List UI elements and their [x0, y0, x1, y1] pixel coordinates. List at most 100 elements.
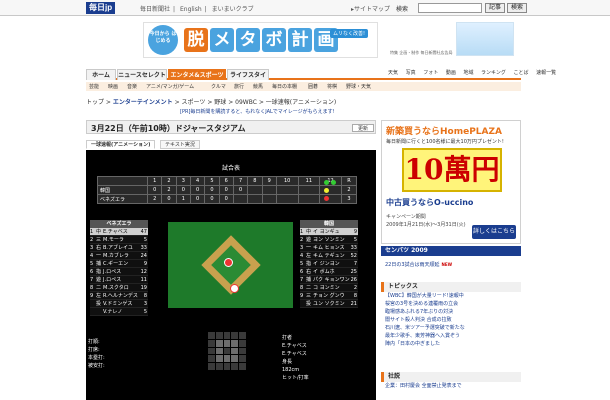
tab-lifestyle[interactable]: ライフスタイル — [227, 69, 269, 90]
tab-news-select[interactable]: ニュースセレクト — [117, 69, 167, 80]
lineup-row[interactable]: 9 三チョン グンウ 8 — [300, 292, 358, 300]
lineup-row[interactable]: 4 一 M.カブレラ 24 — [90, 252, 148, 260]
scoreboard-header-cell: 8 — [247, 176, 263, 186]
promo-link[interactable]: [PR]毎日新聞を購読すると、もれなくJALでマイレージがもらえます! — [180, 108, 335, 115]
lineup-row[interactable]: 9 左 R.ヘルナンデス 8 — [90, 292, 148, 300]
category-link[interactable]: 野球・天気 — [346, 83, 371, 90]
lineup-row[interactable]: 6 指 J.ロペス 12 — [90, 268, 148, 276]
senbatsu-heading[interactable]: センバツ 2009 — [381, 246, 521, 256]
scoreboard-cell: 0 — [161, 194, 177, 204]
topic-item[interactable]: 最年少歌手、東芳神器へ入賞ぞう — [381, 332, 521, 340]
topic-item[interactable]: 桜宮の3号を決める連覆雨の立会 — [381, 300, 521, 308]
quick-link[interactable]: 速報一覧 — [536, 70, 556, 76]
lineup-position: 右 — [306, 269, 312, 275]
lineup-row[interactable]: 5指イ ジンヨン 7 — [300, 260, 358, 268]
lineup-row[interactable]: 8二コ ヨンミン 2 — [300, 284, 358, 292]
breadcrumb-item[interactable]: エンターテインメント — [113, 99, 173, 106]
scoreboard-header-cell: 5 — [204, 176, 220, 186]
away-lineup: ベネズエラ 1 中 E.チャベス 47 2 三 M.モーラ 5 3 右 B.アブレイユ 33 4 一 M.カブ… — [90, 220, 148, 316]
breadcrumb-item[interactable]: トップ — [86, 99, 104, 106]
breadcrumb-item[interactable]: スポーツ — [182, 99, 206, 106]
lineup-row[interactable]: 4 左キム テギュン 52 — [300, 252, 358, 260]
scoreboard-header-cell: 11 — [297, 176, 321, 186]
search-article-button[interactable]: 記事 — [485, 3, 505, 13]
category-link[interactable]: 競馬 — [253, 83, 263, 90]
category-link[interactable]: 芸能 — [89, 83, 99, 90]
scoreboard-cell: 3 — [340, 194, 358, 204]
category-link[interactable]: 囲碁 — [308, 83, 318, 90]
quick-link[interactable]: 地域 — [463, 70, 473, 76]
lineup-row[interactable]: 6右イ ボムホ 25 — [300, 268, 358, 276]
quick-link[interactable]: フォト — [423, 70, 438, 76]
scoreboard-cell: 0 — [175, 185, 191, 195]
lineup-row[interactable]: 1中イ ヨンギュ 9 — [300, 228, 358, 236]
lineup-row[interactable]: 1 中 E.チャベス 47 — [90, 228, 148, 236]
lineup-row[interactable]: 2 三 M.モーラ 5 — [90, 236, 148, 244]
banner-credit: 特集 企画・制作 毎日新聞社広告局 — [390, 50, 453, 55]
category-link[interactable]: 将棋 — [327, 83, 337, 90]
editorial-item[interactable]: 企業：田村慶会 全面禁止発表まで — [381, 382, 521, 390]
lineup-row[interactable]: 7 捕パク キョンワン26 — [300, 276, 358, 284]
scoreboard-cell — [275, 185, 299, 195]
quick-link[interactable]: ことば — [514, 70, 529, 76]
lineup-row[interactable]: 5 捕 C.ギーエン 9 — [90, 260, 148, 268]
ad-period-label: キャンペーン期間 — [386, 214, 426, 220]
sitemap-link[interactable]: ▸サイトマップ — [351, 4, 390, 13]
senbatsu-item[interactable]: 22日の3試合は雨天順延 NEW — [381, 261, 521, 269]
lineup-row[interactable]: V.ナレノ 5 — [90, 308, 148, 316]
ad-details-button[interactable]: 詳しくはこちら — [472, 225, 516, 239]
topics-heading: トピックス — [381, 282, 521, 292]
tab-text-live[interactable]: テキスト実況 — [160, 140, 200, 149]
lineup-row[interactable]: 3 一キム ヒョンス 33 — [300, 244, 358, 252]
homeplaza-ad[interactable]: 新築買うならHomePLAZA 毎日新聞に行くと100名様に最大10万円プレゼン… — [381, 120, 521, 244]
tab-entame-sports[interactable]: エンタメ&スポーツ — [168, 69, 226, 80]
label-at-bat: 打席: — [88, 347, 100, 353]
breadcrumb-item[interactable]: 09WBC — [235, 99, 257, 106]
category-link[interactable]: クルマ — [211, 83, 226, 90]
lineup-row[interactable]: 投 V.ドミンゲス 3 — [90, 300, 148, 308]
quick-link[interactable]: 動画 — [446, 70, 456, 76]
batter-marker — [230, 284, 239, 293]
tab-animation[interactable]: 一球速報(アニメーション) — [86, 140, 156, 149]
lineup-row[interactable]: 3 右 B.アブレイユ 33 — [90, 244, 148, 252]
lineup-row[interactable]: 投ユン ソクミン 21 — [300, 300, 358, 308]
quick-link[interactable]: ランキング — [481, 70, 506, 76]
category-link[interactable]: 音楽 — [127, 83, 137, 90]
search-web-button[interactable]: 検索 — [507, 3, 527, 13]
topic-item[interactable]: 【WBC】韓国が大量リード!速報中 — [381, 292, 521, 300]
batter-height: 182cm — [282, 367, 300, 373]
lineup-row[interactable]: 8 二 M.スクタロ 19 — [90, 284, 148, 292]
batter-avg-label: ヒット/打率 — [282, 375, 309, 381]
topic-item[interactable]: 石川遼、米ツアー予選突破で新たな — [381, 324, 521, 332]
site-logo[interactable]: 毎日jp — [86, 2, 116, 14]
ad-amount: 10萬円 — [402, 148, 502, 192]
ball-lamp — [324, 180, 329, 185]
lineup-position: 左 — [306, 253, 312, 259]
topic-item[interactable]: 闇サイト殺人判決 合成の拉致 — [381, 316, 521, 324]
out-lamp — [324, 196, 329, 201]
lineup-player: イ ヨンギュ — [313, 229, 340, 235]
topic-item[interactable]: 臨場感あふれる7年ぶりの対決 — [381, 308, 521, 316]
lineup-player: V.ナレノ — [103, 309, 123, 315]
link-maimai-club[interactable]: まいまいクラブ — [212, 6, 254, 13]
category-link[interactable]: 映画 — [108, 83, 118, 90]
lineup-position: 右 — [96, 245, 102, 251]
topic-item[interactable]: 陣内「日本の中ぎました — [381, 340, 521, 348]
lineup-row[interactable]: 2 遊ヨン ソンミン 5 — [300, 236, 358, 244]
scoreboard-header-cell — [97, 176, 148, 186]
breadcrumb-item[interactable]: 野球 — [214, 99, 226, 106]
refresh-button[interactable]: 更新 — [352, 124, 374, 132]
category-link[interactable]: 毎日の本棚 — [272, 83, 297, 90]
category-link[interactable]: 旅行 — [234, 83, 244, 90]
tab-home[interactable]: ホーム — [86, 69, 116, 80]
lineup-row[interactable]: 7 遊 J.ロペス 11 — [90, 276, 148, 284]
scoreboard-cell: 0 — [232, 185, 249, 195]
quick-link[interactable]: 天気 — [388, 70, 398, 76]
category-link[interactable]: アニメ/マンガ/ゲーム — [146, 83, 194, 90]
link-english[interactable]: English — [180, 6, 202, 13]
scoreboard-header-cell: 10 — [275, 176, 299, 186]
link-mainichi[interactable]: 毎日新聞社 — [140, 6, 170, 13]
metabo-banner[interactable]: 今日から はじめる 脱 メ タ ボ 計 画 ムリなく改善! — [143, 22, 378, 58]
quick-link[interactable]: 写真 — [406, 70, 416, 76]
search-input[interactable] — [418, 3, 482, 13]
